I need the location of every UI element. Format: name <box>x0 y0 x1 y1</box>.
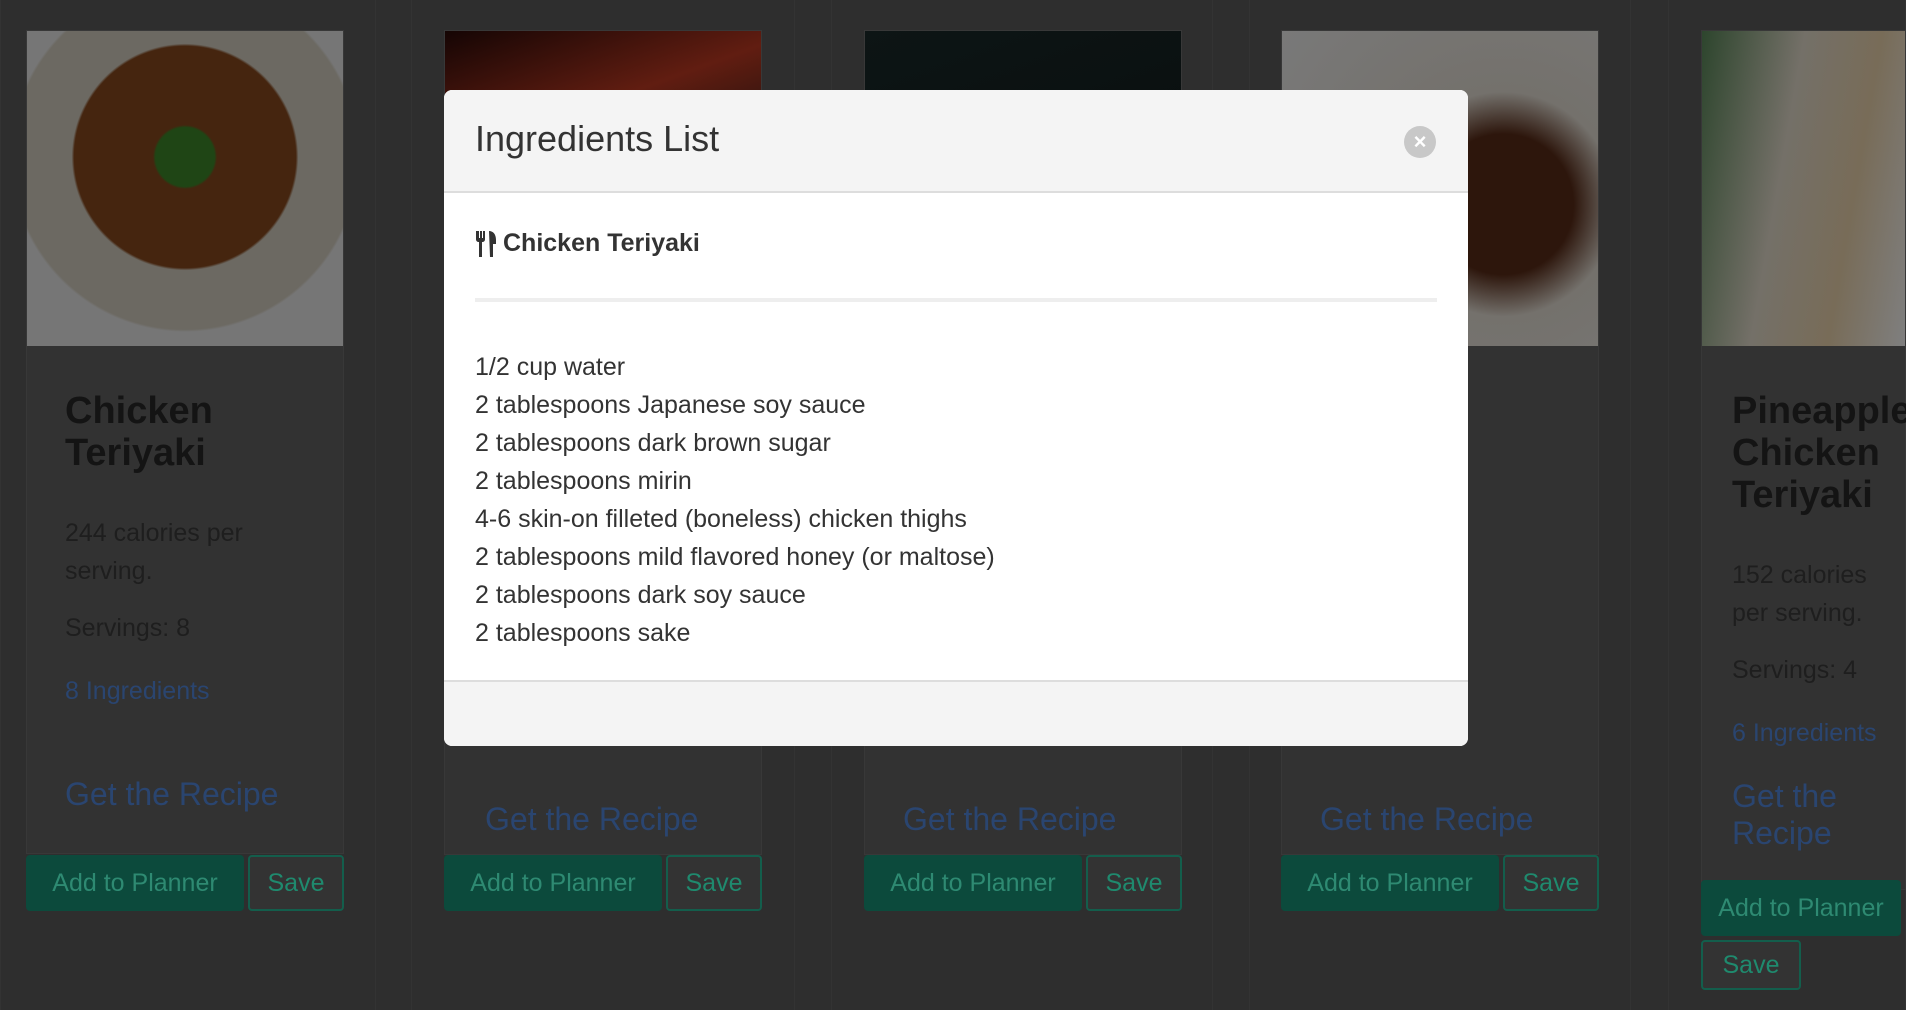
get-recipe-link[interactable]: Get the Recipe <box>903 801 1116 838</box>
add-to-planner-button[interactable]: Add to Planner <box>1701 880 1901 936</box>
card-actions: Add to Planner Save <box>864 855 1182 911</box>
card-actions: Add to Planner Save <box>1281 855 1599 911</box>
recipe-heading: Chicken Teriyaki <box>475 229 1437 258</box>
get-recipe-link[interactable]: Get the Recipe <box>65 776 305 853</box>
recipe-title: Pineapple Chicken Teriyaki <box>1732 390 1906 516</box>
save-button[interactable]: Save <box>1701 940 1801 990</box>
card-actions: Add to Planner Save <box>1701 880 1906 990</box>
modal-footer <box>444 680 1468 746</box>
ingredients-link[interactable]: 6 Ingredients <box>1732 719 1905 748</box>
card-actions: Add to Planner Save <box>444 855 762 911</box>
ingredients-link[interactable]: 8 Ingredients <box>65 677 305 706</box>
close-icon[interactable]: × <box>1404 126 1436 158</box>
save-button[interactable]: Save <box>1086 855 1182 911</box>
ingredient-item: 2 tablespoons Japanese soy sauce <box>475 391 866 419</box>
ingredient-item: 4-6 skin-on filleted (boneless) chicken … <box>475 505 967 533</box>
divider <box>475 298 1437 302</box>
add-to-planner-button[interactable]: Add to Planner <box>444 855 662 911</box>
modal-body: Chicken Teriyaki 1/2 cup water 2 tablesp… <box>444 229 1468 652</box>
ingredients-list: 1/2 cup water 2 tablespoons Japanese soy… <box>475 348 1437 652</box>
card-actions: Add to Planner Save <box>26 855 344 911</box>
servings: Servings: 8 <box>65 614 191 642</box>
recipe-image[interactable] <box>1702 31 1905 346</box>
get-recipe-link[interactable]: Get the Recipe <box>1732 778 1905 862</box>
add-to-planner-button[interactable]: Add to Planner <box>1281 855 1499 911</box>
add-to-planner-button[interactable]: Add to Planner <box>26 855 244 911</box>
ingredient-item: 2 tablespoons dark soy sauce <box>475 581 806 609</box>
recipe-card: Chicken Teriyaki 244 calories per servin… <box>26 30 344 854</box>
save-button[interactable]: Save <box>248 855 344 911</box>
ingredients-modal: Ingredients List × Chicken Teriyaki 1/2 … <box>444 90 1468 746</box>
servings: Servings: 4 <box>1732 656 1858 684</box>
calories: 152 calories per serving. <box>1732 561 1867 627</box>
add-to-planner-button[interactable]: Add to Planner <box>864 855 1082 911</box>
recipe-image[interactable] <box>27 31 343 346</box>
modal-title: Ingredients List <box>475 118 720 159</box>
ingredient-item: 2 tablespoons mild flavored honey (or ma… <box>475 543 995 571</box>
get-recipe-link[interactable]: Get the Recipe <box>485 801 698 838</box>
ingredient-item: 2 tablespoons mirin <box>475 467 692 495</box>
utensils-icon <box>476 230 496 257</box>
get-recipe-link[interactable]: Get the Recipe <box>1320 801 1533 838</box>
modal-header: Ingredients List × <box>444 90 1468 193</box>
ingredient-item: 1/2 cup water <box>475 353 626 381</box>
ingredient-item: 2 tablespoons sake <box>475 619 691 647</box>
save-button[interactable]: Save <box>666 855 762 911</box>
ingredient-item: 2 tablespoons dark brown sugar <box>475 429 831 457</box>
recipe-title: Chicken Teriyaki <box>65 390 213 474</box>
save-button[interactable]: Save <box>1503 855 1599 911</box>
calories: 244 calories per serving. <box>65 519 243 585</box>
recipe-name: Chicken Teriyaki <box>503 229 700 257</box>
recipe-card: Pineapple Chicken Teriyaki 152 calories … <box>1701 30 1906 890</box>
